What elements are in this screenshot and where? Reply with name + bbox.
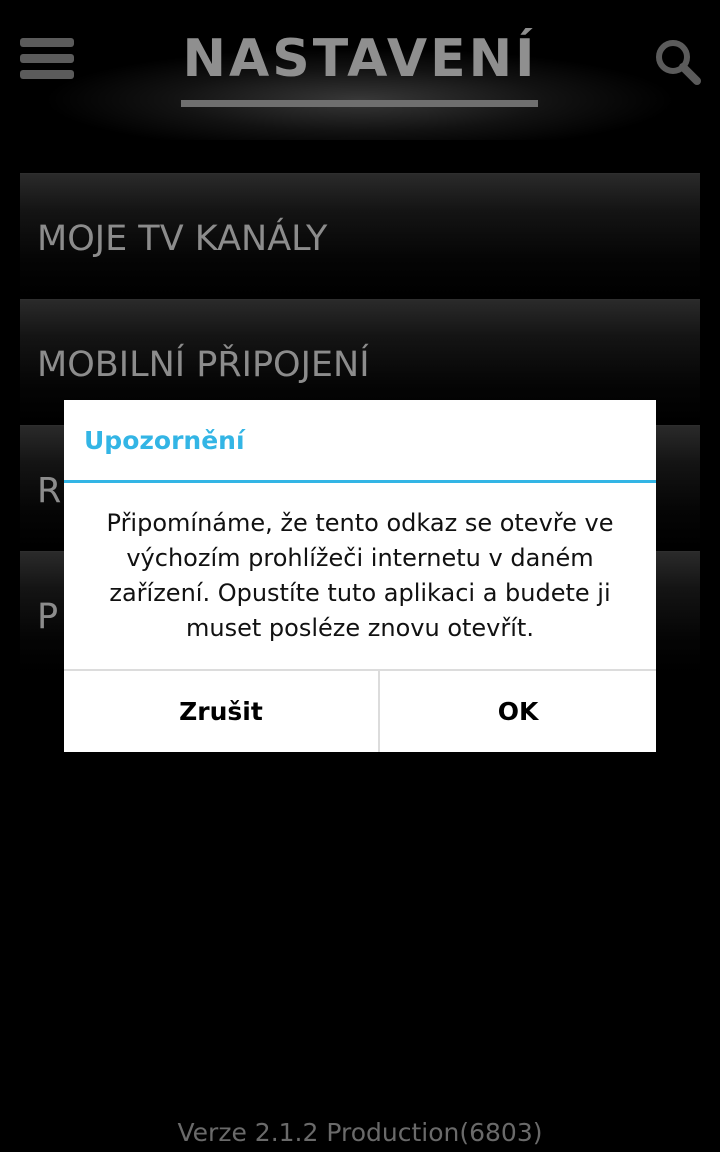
- settings-item-label: MOBILNÍ PŘIPOJENÍ: [37, 345, 370, 385]
- settings-item-label: P: [37, 597, 59, 637]
- alert-dialog: Upozornění Připomínáme, že tento odkaz s…: [64, 400, 656, 752]
- dialog-button-bar: Zrušit OK: [64, 669, 656, 754]
- settings-item-label: MOJE TV KANÁLY: [37, 219, 328, 259]
- dialog-message: Připomínáme, že tento odkaz se otevře ve…: [106, 509, 614, 642]
- hamburger-menu-icon[interactable]: [20, 38, 74, 80]
- ok-button[interactable]: OK: [380, 671, 656, 752]
- cancel-button[interactable]: Zrušit: [64, 671, 380, 752]
- settings-item-my-tv-channels[interactable]: MOJE TV KANÁLY: [20, 173, 700, 296]
- dialog-divider: [64, 480, 656, 483]
- dialog-title: Upozornění: [84, 426, 245, 455]
- app-header: NASTAVENÍ: [0, 0, 720, 140]
- page-title: NASTAVENÍ: [182, 29, 538, 89]
- title-underline: [181, 100, 538, 107]
- version-label: Verze 2.1.2 Production(6803): [177, 1118, 543, 1147]
- settings-item-label: R: [37, 471, 62, 511]
- search-icon[interactable]: [652, 36, 704, 88]
